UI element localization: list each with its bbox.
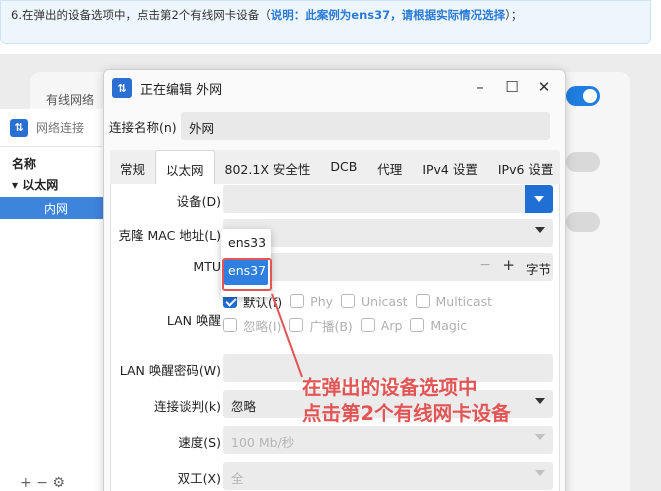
wol-arp-checkbox[interactable]: Arp — [360, 317, 403, 333]
wol-options: 默认(f) Phy Unicast Multicast 忽略(I) 广播(B) … — [223, 289, 559, 337]
expand-arrow-icon: ▾ — [12, 178, 23, 192]
wired-toggle[interactable] — [566, 86, 600, 106]
netcon-titlebar: ⇅ 网络连接 — [0, 109, 111, 147]
mtu-unit: 字节 — [525, 262, 551, 277]
annotation-highlight-box — [222, 258, 272, 291]
wol-options-row2: 忽略(I) 广播(B) Arp Magic — [223, 313, 559, 337]
chevron-down-icon — [535, 434, 545, 440]
toggle-2[interactable] — [566, 152, 600, 172]
wol-ignore-checkbox[interactable]: 忽略(I) — [223, 316, 281, 335]
chevron-down-icon — [535, 470, 545, 476]
speed-row: 速度(S) 100 Mb/秒 — [111, 425, 559, 455]
wol-phy-checkbox[interactable]: Phy — [290, 294, 333, 309]
tab-general[interactable]: 常规 — [110, 150, 155, 184]
device-label: 设备(D) — [176, 194, 221, 209]
checkbox-icon — [341, 294, 356, 308]
checkbox-icon — [360, 318, 375, 332]
wol-option-label: 忽略(I) — [243, 318, 282, 334]
instruction-prefix: 6.在弹出的设备选项中，点击第2个有线网卡设备（ — [11, 8, 271, 22]
wol-option-label: Unicast — [361, 293, 408, 309]
annotation-text: 在弹出的设备选项中 点击第2个有线网卡设备 — [302, 375, 511, 427]
annotation-line1: 在弹出的设备选项中 — [302, 376, 478, 399]
tab-dcb[interactable]: DCB — [320, 150, 367, 184]
connection-item-intranet[interactable]: 内网 — [0, 197, 111, 219]
duplex-row: 双工(X) 全 — [111, 461, 559, 491]
ethernet-panel: 设备(D) 克隆 MAC 地址(L) MTU − + 字节 LAN 唤醒 默认(… — [110, 184, 560, 491]
duplex-label: 双工(X) — [177, 471, 221, 486]
speed-combobox[interactable]: 100 Mb/秒 — [223, 426, 553, 454]
checkbox-icon — [223, 318, 237, 332]
checkbox-icon — [289, 318, 304, 332]
wol-label: LAN 唤醒 — [166, 313, 221, 328]
chevron-down-icon — [535, 398, 545, 404]
connection-name-input[interactable]: 外网 — [181, 112, 550, 140]
mtu-increment-button[interactable]: + — [502, 256, 515, 274]
screenshot-area: 有线网络 ⇅ 网络连接 名称 ▾ 以太网 内网 + − ⚙ ⇅ 正在编辑 外网 … — [0, 54, 661, 491]
group-ethernet-label: 以太网 — [22, 178, 59, 192]
wol-option-label: Magic — [430, 317, 468, 333]
netcon-title: 网络连接 — [36, 121, 85, 135]
connection-name-label: 连接名称(n) — [109, 119, 177, 135]
device-option-ens33[interactable]: ens33 — [221, 229, 271, 257]
clone-mac-combobox[interactable] — [223, 219, 553, 247]
clone-mac-label: 克隆 MAC 地址(L) — [118, 228, 221, 243]
device-dropdown-button[interactable] — [525, 185, 553, 213]
device-row: 设备(D) — [111, 184, 559, 214]
toggle-3[interactable] — [566, 212, 600, 232]
minimize-icon[interactable]: – — [471, 78, 489, 96]
window-controls: – ☐ ✕ — [471, 78, 553, 96]
group-ethernet[interactable]: ▾ 以太网 — [0, 174, 111, 195]
speed-label: 速度(S) — [178, 435, 221, 450]
tab-bar: 常规 以太网 802.1X 安全性 DCB 代理 IPv4 设置 IPv6 设置 — [110, 150, 560, 184]
tab-ipv6[interactable]: IPv6 设置 — [488, 150, 564, 184]
instruction-suffix: ）； — [505, 8, 523, 22]
chevron-down-icon — [535, 227, 545, 233]
checkbox-icon — [410, 318, 425, 332]
edit-connection-dialog: ⇅ 正在编辑 外网 – ☐ ✕ 连接名称(n) 外网 常规 以太网 802.1X… — [103, 69, 566, 491]
connection-name-row: 连接名称(n) 外网 — [104, 112, 566, 140]
annotation-line2: 点击第2个有线网卡设备 — [302, 402, 511, 425]
mtu-label: MTU — [193, 259, 221, 274]
maximize-icon[interactable]: ☐ — [503, 78, 521, 96]
speed-value: 100 Mb/秒 — [231, 435, 295, 450]
column-header-name: 名称 — [12, 157, 37, 171]
wol-option-label: Arp — [380, 317, 403, 333]
negotiation-value: 忽略 — [231, 399, 257, 414]
instruction-highlight: 说明：此案例为ens37，请根据实际情况选择 — [270, 8, 506, 22]
wired-network-label: 有线网络 — [46, 93, 95, 107]
wol-unicast-checkbox[interactable]: Unicast — [341, 294, 408, 309]
mtu-spinbox[interactable]: − + — [223, 253, 553, 281]
clone-mac-row: 克隆 MAC 地址(L) — [111, 218, 559, 248]
tab-ethernet[interactable]: 以太网 — [155, 150, 215, 184]
duplex-combobox[interactable]: 全 — [223, 462, 553, 490]
network-connections-window: ⇅ 网络连接 名称 ▾ 以太网 内网 + − ⚙ — [0, 109, 112, 491]
tab-8021x-security[interactable]: 802.1X 安全性 — [215, 150, 321, 184]
wol-magic-checkbox[interactable]: Magic — [410, 318, 467, 333]
wol-password-label: LAN 唤醒密码(W) — [119, 363, 221, 378]
mtu-decrement-button[interactable]: − — [479, 257, 491, 273]
close-icon[interactable]: ✕ — [535, 78, 553, 96]
instruction-banner: 6.在弹出的设备选项中，点击第2个有线网卡设备（说明：此案例为ens37，请根据… — [0, 0, 651, 44]
tab-ipv4[interactable]: IPv4 设置 — [412, 150, 488, 184]
checkbox-icon — [415, 294, 430, 308]
wol-options-row1: 默认(f) Phy Unicast Multicast — [223, 289, 559, 313]
wol-option-label: 广播(B) — [309, 318, 353, 334]
dialog-title: 正在编辑 外网 — [140, 82, 223, 98]
checkbox-icon — [290, 294, 305, 308]
wol-broadcast-checkbox[interactable]: 广播(B) — [289, 316, 353, 335]
network-app-icon: ⇅ — [112, 78, 132, 98]
negotiation-label: 连接谈判(k) — [154, 399, 221, 414]
device-combobox[interactable] — [223, 185, 553, 213]
tab-proxy[interactable]: 代理 — [367, 150, 412, 184]
netcon-bottom-controls[interactable]: + − ⚙ — [20, 475, 65, 491]
network-app-icon: ⇅ — [10, 118, 28, 137]
mtu-row: MTU − + 字节 — [111, 252, 559, 282]
wol-option-label: Phy — [310, 293, 334, 309]
wol-option-label: Multicast — [435, 293, 493, 309]
duplex-value: 全 — [231, 471, 244, 486]
wol-multicast-checkbox[interactable]: Multicast — [415, 293, 493, 309]
